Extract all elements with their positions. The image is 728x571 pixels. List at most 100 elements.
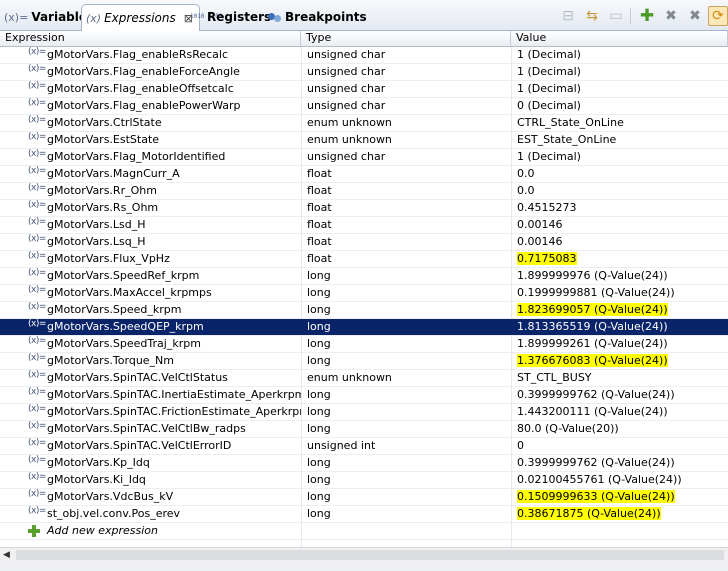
header-type[interactable]: Type xyxy=(301,31,511,46)
value-cell[interactable]: 0.3999999762 (Q-Value(24)) xyxy=(511,387,728,403)
table-row[interactable]: (x)= gMotorVars.SpeedTraj_krpm long 1.89999… xyxy=(0,336,728,353)
table-row[interactable]: (x)= gMotorVars.SpeedQEP_krpm long 1.813365… xyxy=(0,319,728,336)
expression-cell[interactable]: gMotorVars.Rs_Ohm xyxy=(0,200,301,216)
expression-cell[interactable]: gMotorVars.Speed_krpm xyxy=(0,302,301,318)
value-cell[interactable]: 1 (Decimal) xyxy=(511,149,728,165)
table-row[interactable]: (x)= gMotorVars.Flag_enableRsRecalc unsign… xyxy=(0,47,728,64)
table-row[interactable]: (x)= gMotorVars.SpinTAC.VelCtlStatus enum … xyxy=(0,370,728,387)
scroll-left-icon[interactable]: ◀ xyxy=(3,550,10,560)
value-cell[interactable]: 0.1999999881 (Q-Value(24)) xyxy=(511,285,728,301)
scrollbar-thumb[interactable] xyxy=(16,550,724,560)
expression-cell[interactable]: gMotorVars.Flag_enablePowerWarp xyxy=(0,98,301,114)
value-cell[interactable]: 1.823699057 (Q-Value(24)) xyxy=(511,302,728,318)
expression-cell[interactable]: gMotorVars.Flux_VpHz xyxy=(0,251,301,267)
expression-cell[interactable]: gMotorVars.SpinTAC.VelCtlBw_radps xyxy=(0,421,301,437)
value-cell[interactable]: 0.1509999633 (Q-Value(24)) xyxy=(511,489,728,505)
link-icon[interactable]: ⇆ xyxy=(581,6,603,26)
value-cell[interactable]: 0.0 xyxy=(511,183,728,199)
table-row[interactable]: (x)= gMotorVars.MaxAccel_krpmps long 0.1999… xyxy=(0,285,728,302)
value-cell[interactable]: ST_CTL_BUSY xyxy=(511,370,728,386)
expression-cell[interactable]: st_obj.vel.conv.Pos_erev xyxy=(0,506,301,522)
table-row[interactable]: (x)= gMotorVars.Ki_Idq long 0.02100455761 (… xyxy=(0,472,728,489)
value-cell[interactable]: 0.0 xyxy=(511,166,728,182)
table-row[interactable]: (x)= gMotorVars.Lsq_H float 0.00146 xyxy=(0,234,728,251)
header-expression[interactable]: Expression xyxy=(0,31,301,46)
continuous-refresh-icon[interactable]: ⟳ xyxy=(708,6,728,26)
expression-cell[interactable]: gMotorVars.MaxAccel_krpmps xyxy=(0,285,301,301)
expression-cell[interactable]: gMotorVars.VdcBus_kV xyxy=(0,489,301,505)
remove-all-icon[interactable]: ✖ xyxy=(684,6,706,26)
value-cell[interactable]: EST_State_OnLine xyxy=(511,132,728,148)
value-cell[interactable]: 0.7175083 xyxy=(511,251,728,267)
expression-cell[interactable]: gMotorVars.SpinTAC.VelCtlErrorID xyxy=(0,438,301,454)
table-row[interactable]: (x)= gMotorVars.CtrlState enum unknown CTRL… xyxy=(0,115,728,132)
expression-cell[interactable]: gMotorVars.SpeedQEP_krpm xyxy=(0,319,301,335)
expression-cell[interactable]: gMotorVars.Flag_enableForceAngle xyxy=(0,64,301,80)
value-cell[interactable]: 1.813365519 (Q-Value(24)) xyxy=(511,319,728,335)
expression-cell[interactable]: gMotorVars.Ki_Idq xyxy=(0,472,301,488)
expression-cell[interactable]: gMotorVars.Torque_Nm xyxy=(0,353,301,369)
table-row[interactable]: (x)= gMotorVars.Torque_Nm long 1.376676083 … xyxy=(0,353,728,370)
table-row[interactable]: (x)= gMotorVars.Flag_MotorIdentified unsig… xyxy=(0,149,728,166)
expression-cell[interactable]: gMotorVars.EstState xyxy=(0,132,301,148)
table-row[interactable]: (x)= gMotorVars.SpinTAC.InertiaEstimate_A… xyxy=(0,387,728,404)
tab-breakpoints[interactable]: Breakpoints xyxy=(268,4,367,30)
value-cell[interactable]: CTRL_State_OnLine xyxy=(511,115,728,131)
table-row[interactable]: (x)= gMotorVars.SpinTAC.FrictionEstimate_… xyxy=(0,404,728,421)
remove-expression-icon[interactable]: ✖ xyxy=(660,6,682,26)
table-row[interactable]: (x)= gMotorVars.MagnCurr_A float 0.0 xyxy=(0,166,728,183)
expression-cell[interactable]: gMotorVars.SpinTAC.InertiaEstimate_Aperk… xyxy=(0,387,301,403)
add-expression-row[interactable]: Add new expression xyxy=(0,523,728,540)
table-row[interactable]: (x)= gMotorVars.Lsd_H float 0.00146 xyxy=(0,217,728,234)
table-row[interactable]: (x)= gMotorVars.SpeedRef_krpm long 1.899999… xyxy=(0,268,728,285)
expression-cell[interactable]: gMotorVars.Kp_Idq xyxy=(0,455,301,471)
tab-registers[interactable]: 1010 0101 Registers xyxy=(190,4,271,30)
header-value[interactable]: Value xyxy=(511,31,728,46)
expression-cell[interactable]: gMotorVars.SpeedRef_krpm xyxy=(0,268,301,284)
value-cell[interactable]: 0.38671875 (Q-Value(24)) xyxy=(511,506,728,522)
table-row[interactable]: (x)= gMotorVars.Flag_enableOffsetcalc unsi… xyxy=(0,81,728,98)
tab-expressions[interactable]: (x) Expressions ⊠ xyxy=(81,4,200,31)
expression-cell[interactable]: gMotorVars.MagnCurr_A xyxy=(0,166,301,182)
table-row[interactable]: (x)= gMotorVars.EstState enum unknown EST_S… xyxy=(0,132,728,149)
expression-cell[interactable]: gMotorVars.SpeedTraj_krpm xyxy=(0,336,301,352)
value-cell[interactable]: 1.443200111 (Q-Value(24)) xyxy=(511,404,728,420)
table-row[interactable]: (x)= gMotorVars.Rr_Ohm float 0.0 xyxy=(0,183,728,200)
table-row[interactable]: (x)= gMotorVars.SpinTAC.VelCtlBw_radps lon… xyxy=(0,421,728,438)
value-cell[interactable]: 0.3999999762 (Q-Value(24)) xyxy=(511,455,728,471)
expression-cell[interactable]: gMotorVars.Flag_enableRsRecalc xyxy=(0,47,301,63)
expression-cell[interactable]: gMotorVars.SpinTAC.FrictionEstimate_Aper… xyxy=(0,404,301,420)
table-row[interactable]: (x)= gMotorVars.Flag_enableForceAngle unsi… xyxy=(0,64,728,81)
table-row[interactable]: (x)= gMotorVars.Flux_VpHz float 0.7175083 xyxy=(0,251,728,268)
value-cell[interactable]: 1 (Decimal) xyxy=(511,47,728,63)
horizontal-scrollbar[interactable]: ◀ xyxy=(0,547,728,562)
value-cell[interactable]: 1 (Decimal) xyxy=(511,81,728,97)
table-row[interactable]: (x)= st_obj.vel.conv.Pos_erev long 0.386718… xyxy=(0,506,728,523)
minimize-icon[interactable]: ▭ xyxy=(605,6,627,26)
value-cell[interactable]: 1 (Decimal) xyxy=(511,64,728,80)
value-cell[interactable]: 1.899999261 (Q-Value(24)) xyxy=(511,336,728,352)
add-expression-icon[interactable]: ✚ xyxy=(636,6,658,26)
value-cell[interactable]: 0.00146 xyxy=(511,234,728,250)
expression-cell[interactable]: gMotorVars.Rr_Ohm xyxy=(0,183,301,199)
expression-cell[interactable]: gMotorVars.Flag_MotorIdentified xyxy=(0,149,301,165)
table-row[interactable]: (x)= gMotorVars.Flag_enablePowerWarp unsig… xyxy=(0,98,728,115)
add-expression-label[interactable]: Add new expression xyxy=(0,523,301,539)
expression-cell[interactable]: gMotorVars.CtrlState xyxy=(0,115,301,131)
value-cell[interactable]: 0.4515273 xyxy=(511,200,728,216)
value-cell[interactable]: 0.02100455761 (Q-Value(24)) xyxy=(511,472,728,488)
table-row[interactable]: (x)= gMotorVars.Rs_Ohm float 0.4515273 xyxy=(0,200,728,217)
collapse-all-icon[interactable]: ⊟ xyxy=(557,6,579,26)
expression-cell[interactable]: gMotorVars.Lsd_H xyxy=(0,217,301,233)
table-row[interactable]: (x)= gMotorVars.Speed_krpm long 1.823699057… xyxy=(0,302,728,319)
table-row[interactable]: (x)= gMotorVars.Kp_Idq long 0.3999999762 (Q… xyxy=(0,455,728,472)
value-cell[interactable]: 1.899999976 (Q-Value(24)) xyxy=(511,268,728,284)
expression-cell[interactable]: gMotorVars.Lsq_H xyxy=(0,234,301,250)
expression-cell[interactable]: gMotorVars.Flag_enableOffsetcalc xyxy=(0,81,301,97)
expression-cell[interactable]: gMotorVars.SpinTAC.VelCtlStatus xyxy=(0,370,301,386)
table-row[interactable]: (x)= gMotorVars.VdcBus_kV long 0.1509999633… xyxy=(0,489,728,506)
value-cell[interactable]: 0 xyxy=(511,438,728,454)
value-cell[interactable]: 80.0 (Q-Value(20)) xyxy=(511,421,728,437)
value-cell[interactable]: 0.00146 xyxy=(511,217,728,233)
value-cell[interactable]: 0 (Decimal) xyxy=(511,98,728,114)
